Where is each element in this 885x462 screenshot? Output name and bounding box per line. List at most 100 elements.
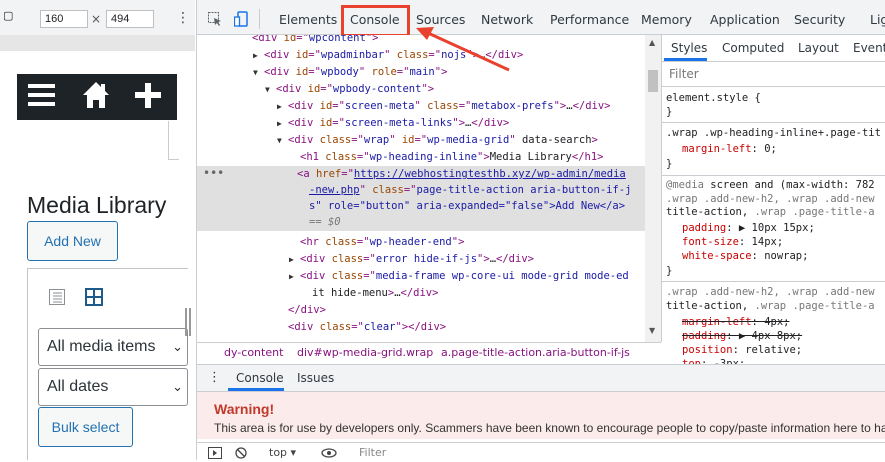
- dom-node-text: <div id="screen-meta" class="metabox-pre…: [288, 100, 611, 112]
- css-declaration[interactable]: white-space: nowrap;: [682, 249, 808, 263]
- expanded-arrow-icon[interactable]: ▼: [265, 82, 276, 98]
- dom-node-line[interactable]: ▶ <div class="media-frame wp-core-ui mode…: [289, 268, 629, 284]
- expanded-arrow-icon[interactable]: ▼: [253, 65, 264, 81]
- console-filter-input[interactable]: Filter: [359, 443, 386, 462]
- menu-icon[interactable]: [27, 80, 57, 116]
- dom-node-line[interactable]: <hr class="wp-header-end">: [289, 234, 464, 250]
- dom-node-text: <div class="media-frame wp-core-ui mode-…: [300, 270, 629, 282]
- dom-href-link-cont[interactable]: -new.php: [309, 184, 360, 196]
- css-declaration[interactable]: top: -3px;: [682, 357, 745, 364]
- dom-node-line[interactable]: ▼ <div id="wpbody-content">: [265, 81, 434, 97]
- resize-handle[interactable]: [185, 308, 191, 336]
- dom-node-line[interactable]: ▶ <div id="screen-meta" class="metabox-pr…: [277, 98, 611, 114]
- tab-layout[interactable]: Layout: [798, 35, 839, 61]
- tab-sources[interactable]: Sources: [416, 0, 465, 35]
- tab-computed[interactable]: Computed: [722, 35, 784, 61]
- dom-node-text: <div id="wpadminbar" class="nojs">…</div…: [264, 49, 524, 61]
- dom-node-text: <div id="wpbody-content">: [276, 83, 435, 95]
- dom-node-text: <h1 class="wp-heading-inline">Media Libr…: [300, 151, 604, 163]
- dom-node-line[interactable]: ▼ <div class="wrap" id="wp-media-grid" da…: [277, 132, 598, 148]
- tab-lighthouse[interactable]: Lig: [870, 0, 885, 35]
- collapsed-arrow-icon[interactable]: ▶: [289, 269, 300, 285]
- date-select[interactable]: All dates ⌄: [38, 368, 188, 406]
- breadcrumb-item[interactable]: div#wp-media-grid.wrap: [297, 343, 433, 363]
- tab-performance[interactable]: Performance: [550, 0, 629, 35]
- dom-node-line[interactable]: ▶ <div class="error hide-if-js">…</div>: [289, 251, 534, 267]
- grid-view-icon[interactable]: [85, 288, 103, 306]
- node-options-icon[interactable]: •••: [203, 166, 224, 180]
- media-type-value: All media items: [47, 338, 156, 355]
- breadcrumb-item[interactable]: dy-content: [224, 343, 283, 363]
- dom-href-link[interactable]: https://webhostingtesthb.xyz/wp-admin/me…: [354, 168, 626, 180]
- rule-divider: [662, 122, 885, 123]
- css-declaration[interactable]: position: relative;: [682, 343, 802, 357]
- height-input[interactable]: [106, 10, 154, 28]
- dom-node-text: </div>: [288, 304, 326, 316]
- dom-node-line[interactable]: <h1 class="wp-heading-inline">Media Libr…: [289, 149, 604, 165]
- scroll-up-icon[interactable]: ▲: [649, 38, 655, 47]
- dom-node-line[interactable]: ▼ <div id="wpbody" role="main">: [253, 64, 447, 80]
- tab-network[interactable]: Network: [481, 0, 533, 35]
- tab-security[interactable]: Security: [794, 0, 845, 35]
- more-options-icon[interactable]: ⋮: [176, 10, 190, 26]
- live-expression-eye-icon[interactable]: [321, 443, 337, 462]
- collapsed-arrow-icon[interactable]: ▶: [277, 99, 288, 115]
- toolbar-divider: [259, 9, 260, 29]
- css-selector: element.style {: [666, 92, 761, 104]
- css-declaration[interactable]: margin-left: 0;: [682, 142, 777, 156]
- dom-node-selected-line-1[interactable]: <a href="https://webhostingtesthb.xyz/wp…: [297, 166, 626, 182]
- date-value: All dates: [47, 378, 109, 395]
- dom-node-selected-line-3[interactable]: s" role="button" aria-expanded="false">A…: [309, 198, 625, 214]
- bulk-select-button[interactable]: Bulk select: [38, 407, 133, 447]
- css-declaration-overridden[interactable]: padding: ▶ 4px 8px;: [682, 329, 802, 343]
- collapsed-arrow-icon[interactable]: ▶: [289, 252, 300, 268]
- media-type-select[interactable]: All media items ⌄: [38, 328, 188, 366]
- tab-event-listeners[interactable]: Event: [853, 35, 885, 61]
- dom-node-text: <div class="clear"></div>: [288, 321, 447, 333]
- css-selector: title-action, .wrap .page-title-a: [666, 300, 875, 312]
- tab-application[interactable]: Application: [710, 0, 780, 35]
- elements-tree: ••• <div id="wpcontent"> ▶ <div id="wpadmi…: [197, 35, 645, 342]
- clear-console-icon[interactable]: [235, 443, 247, 462]
- tab-memory[interactable]: Memory: [641, 0, 692, 35]
- add-new-button[interactable]: Add New: [27, 221, 118, 261]
- device-toolbar-icon[interactable]: [233, 11, 248, 27]
- css-selector: title-action, .wrap .page-title-a: [666, 206, 875, 218]
- dom-node-line[interactable]: ▶ <div id="screen-meta-links">…</div>: [277, 115, 509, 131]
- dom-node-selected-line-2[interactable]: -new.php" class="page-title-action aria-…: [309, 182, 631, 198]
- scroll-down-icon[interactable]: ▼: [649, 326, 655, 335]
- elements-scroll-thumb[interactable]: [648, 70, 658, 92]
- expanded-arrow-icon[interactable]: ▼: [277, 133, 288, 149]
- css-declaration[interactable]: font-size: 14px;: [682, 235, 783, 249]
- inspect-element-icon[interactable]: [208, 12, 222, 26]
- device-select[interactable]: ▢: [3, 9, 13, 22]
- add-new-icon[interactable]: [134, 80, 162, 116]
- dom-node-line[interactable]: ▶ <div id="wpadminbar" class="nojs">…</di…: [253, 47, 523, 63]
- dom-node-line[interactable]: <div class="clear"></div>: [277, 319, 446, 335]
- dom-node-text: <div class="error hide-if-js">…</div>: [300, 253, 534, 265]
- tab-elements[interactable]: Elements: [279, 0, 337, 35]
- context-select[interactable]: top ▾: [269, 443, 296, 462]
- times-sign: ×: [91, 12, 102, 26]
- home-icon[interactable]: [82, 80, 110, 116]
- collapsed-arrow-icon[interactable]: ▶: [253, 48, 264, 64]
- css-brace: }: [666, 265, 673, 277]
- breadcrumb-item-selected[interactable]: a.page-title-action.aria-button-if-js: [441, 343, 630, 363]
- css-brace: }: [666, 106, 673, 118]
- collapsed-arrow-icon[interactable]: ▶: [277, 116, 288, 132]
- devtools-panel: Elements Console Sources Network Perform…: [196, 0, 885, 462]
- dom-node-line[interactable]: <div id="wpcontent">: [241, 35, 378, 46]
- drawer-tab-issues[interactable]: Issues: [297, 365, 334, 391]
- css-declaration-overridden[interactable]: margin-left: 4px;: [682, 315, 789, 329]
- rule-divider: [662, 281, 885, 282]
- dom-node-line[interactable]: it hide-menu>…</div>: [301, 285, 438, 301]
- styles-filter-input[interactable]: Filter: [662, 62, 885, 87]
- dom-node-text: it hide-menu>…</div>: [312, 287, 439, 299]
- dom-node-line[interactable]: </div>: [277, 302, 326, 318]
- drawer-menu-icon[interactable]: ⋮: [208, 365, 221, 391]
- sidebar-toggle-icon[interactable]: [208, 443, 222, 462]
- list-view-icon[interactable]: [49, 289, 65, 305]
- chevron-down-icon: ⌄: [172, 379, 183, 394]
- width-input[interactable]: [40, 10, 88, 28]
- css-declaration[interactable]: padding: ▶ 10px 15px;: [682, 221, 815, 235]
